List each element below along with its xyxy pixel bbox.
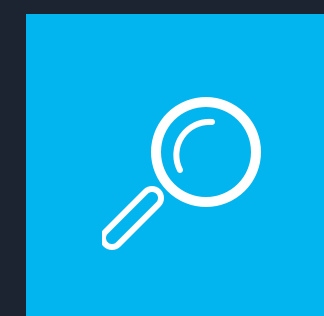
search-icon bbox=[102, 92, 262, 252]
search-button[interactable] bbox=[26, 14, 324, 316]
app-frame bbox=[0, 0, 324, 316]
